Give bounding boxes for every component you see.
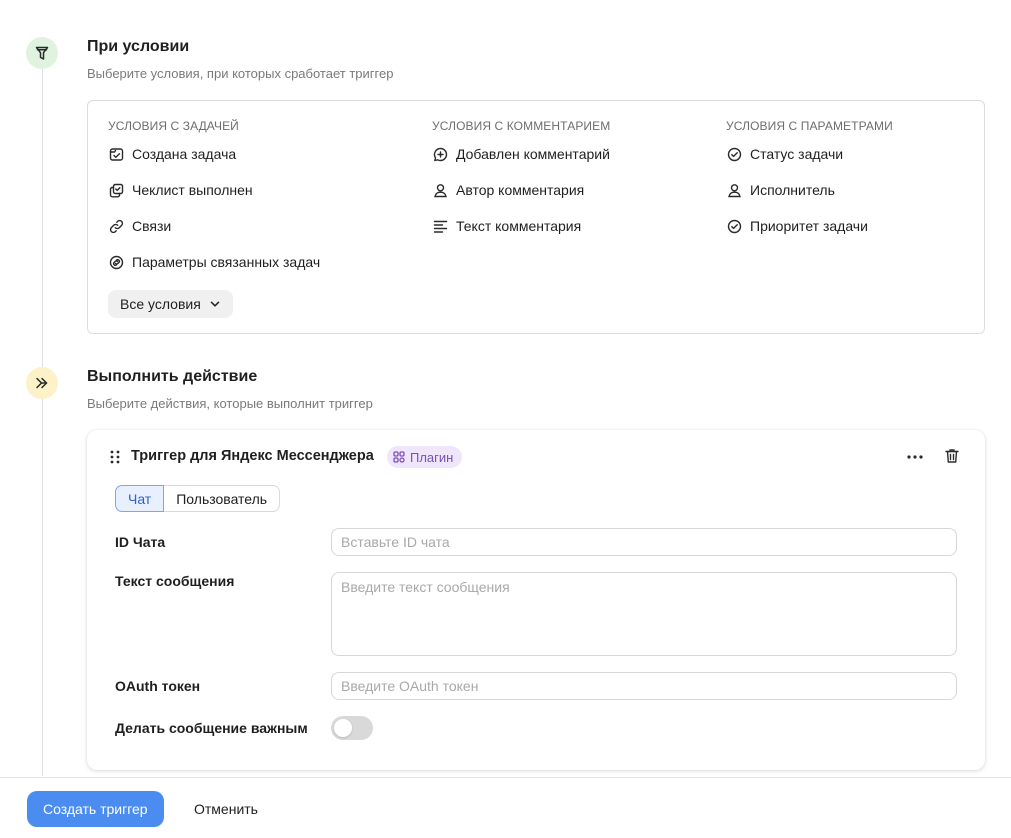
plugin-badge-label: Плагин xyxy=(410,449,454,465)
condition-label: Статус задачи xyxy=(750,146,844,162)
column-title: УСЛОВИЯ С ЗАДАЧЕЙ xyxy=(108,119,239,133)
person-icon xyxy=(432,182,448,198)
conditions-column-params: УСЛОВИЯ С ПАРАМЕТРАМИ Статус задачи Испо… xyxy=(726,118,893,244)
more-options-button[interactable] xyxy=(905,447,925,467)
timeline-line xyxy=(42,62,43,776)
double-arrow-icon xyxy=(26,367,58,399)
condition-task-priority[interactable]: Приоритет задачи xyxy=(726,208,893,244)
text-lines-icon xyxy=(432,218,448,234)
message-text-input[interactable] xyxy=(331,572,957,656)
condition-label: Добавлен комментарий xyxy=(456,146,610,162)
column-title: УСЛОВИЯ С КОММЕНТАРИЕМ xyxy=(432,119,611,133)
conditions-column-task: УСЛОВИЯ С ЗАДАЧЕЙ Создана задача Чеклист… xyxy=(108,118,320,280)
task-created-icon xyxy=(108,146,124,162)
more-icon xyxy=(907,455,923,459)
person-icon xyxy=(726,182,742,198)
tab-chat[interactable]: Чат xyxy=(115,485,165,512)
action-step-title: Выполнить действие xyxy=(87,368,258,385)
drag-handle-icon[interactable] xyxy=(109,450,121,464)
condition-comment-text[interactable]: Текст комментария xyxy=(432,208,610,244)
conditions-panel: УСЛОВИЯ С ЗАДАЧЕЙ Создана задача Чеклист… xyxy=(87,100,985,334)
toggle-knob xyxy=(334,719,352,737)
create-trigger-button[interactable]: Создать триггер xyxy=(27,791,164,827)
delete-button[interactable] xyxy=(942,446,962,466)
condition-linked-params[interactable]: Параметры связанных задач xyxy=(108,244,320,280)
condition-step-title: При условии xyxy=(87,38,190,55)
important-message-label: Делать сообщение важным xyxy=(115,720,308,736)
condition-label: Связи xyxy=(132,218,172,234)
linked-params-icon xyxy=(108,254,124,270)
action-card: Триггер для Яндекс Мессенджера Плагин Ча… xyxy=(87,430,985,770)
filter-icon xyxy=(26,37,58,69)
condition-task-status[interactable]: Статус задачи xyxy=(726,136,893,172)
oauth-token-input[interactable] xyxy=(331,672,957,700)
footer-bar: Создать триггер Отменить xyxy=(0,777,1011,838)
tab-user[interactable]: Пользователь xyxy=(164,485,281,512)
condition-assignee[interactable]: Исполнитель xyxy=(726,172,893,208)
condition-step-subtitle: Выберите условия, при которых сработает … xyxy=(87,66,394,81)
conditions-column-comment: УСЛОВИЯ С КОММЕНТАРИЕМ Добавлен коммента… xyxy=(432,118,610,244)
recipient-type-toggle: Чат Пользователь xyxy=(115,485,281,512)
important-message-toggle[interactable] xyxy=(331,716,373,740)
condition-checklist-done[interactable]: Чеклист выполнен xyxy=(108,172,320,208)
plugin-badge: Плагин xyxy=(387,446,463,468)
comment-add-icon xyxy=(432,146,448,162)
condition-label: Приоритет задачи xyxy=(750,218,868,234)
condition-label: Текст комментария xyxy=(456,218,582,234)
all-conditions-label: Все условия xyxy=(120,296,201,312)
action-step-subtitle: Выберите действия, которые выполнит триг… xyxy=(87,396,373,411)
link-icon xyxy=(108,218,124,234)
condition-label: Параметры связанных задач xyxy=(132,254,321,270)
chat-id-input[interactable] xyxy=(331,528,957,556)
column-title: УСЛОВИЯ С ПАРАМЕТРАМИ xyxy=(726,119,893,133)
oauth-token-label: OAuth токен xyxy=(115,678,201,694)
chevron-down-icon xyxy=(209,298,221,310)
condition-label: Автор комментария xyxy=(456,182,585,198)
action-card-title: Триггер для Яндекс Мессенджера xyxy=(131,448,374,464)
all-conditions-button[interactable]: Все условия xyxy=(108,290,233,318)
condition-label: Исполнитель xyxy=(750,182,835,198)
check-circle-icon xyxy=(726,146,742,162)
condition-comment-author[interactable]: Автор комментария xyxy=(432,172,610,208)
condition-label: Создана задача xyxy=(132,146,237,162)
checklist-icon xyxy=(108,182,124,198)
condition-label: Чеклист выполнен xyxy=(132,182,253,198)
cancel-button[interactable]: Отменить xyxy=(182,791,270,827)
condition-links[interactable]: Связи xyxy=(108,208,320,244)
condition-comment-added[interactable]: Добавлен комментарий xyxy=(432,136,610,172)
check-circle-icon xyxy=(726,218,742,234)
trash-icon xyxy=(945,449,959,463)
condition-task-created[interactable]: Создана задача xyxy=(108,136,320,172)
chat-id-label: ID Чата xyxy=(115,534,166,550)
message-text-label: Текст сообщения xyxy=(115,573,235,589)
plugin-icon xyxy=(393,451,405,463)
